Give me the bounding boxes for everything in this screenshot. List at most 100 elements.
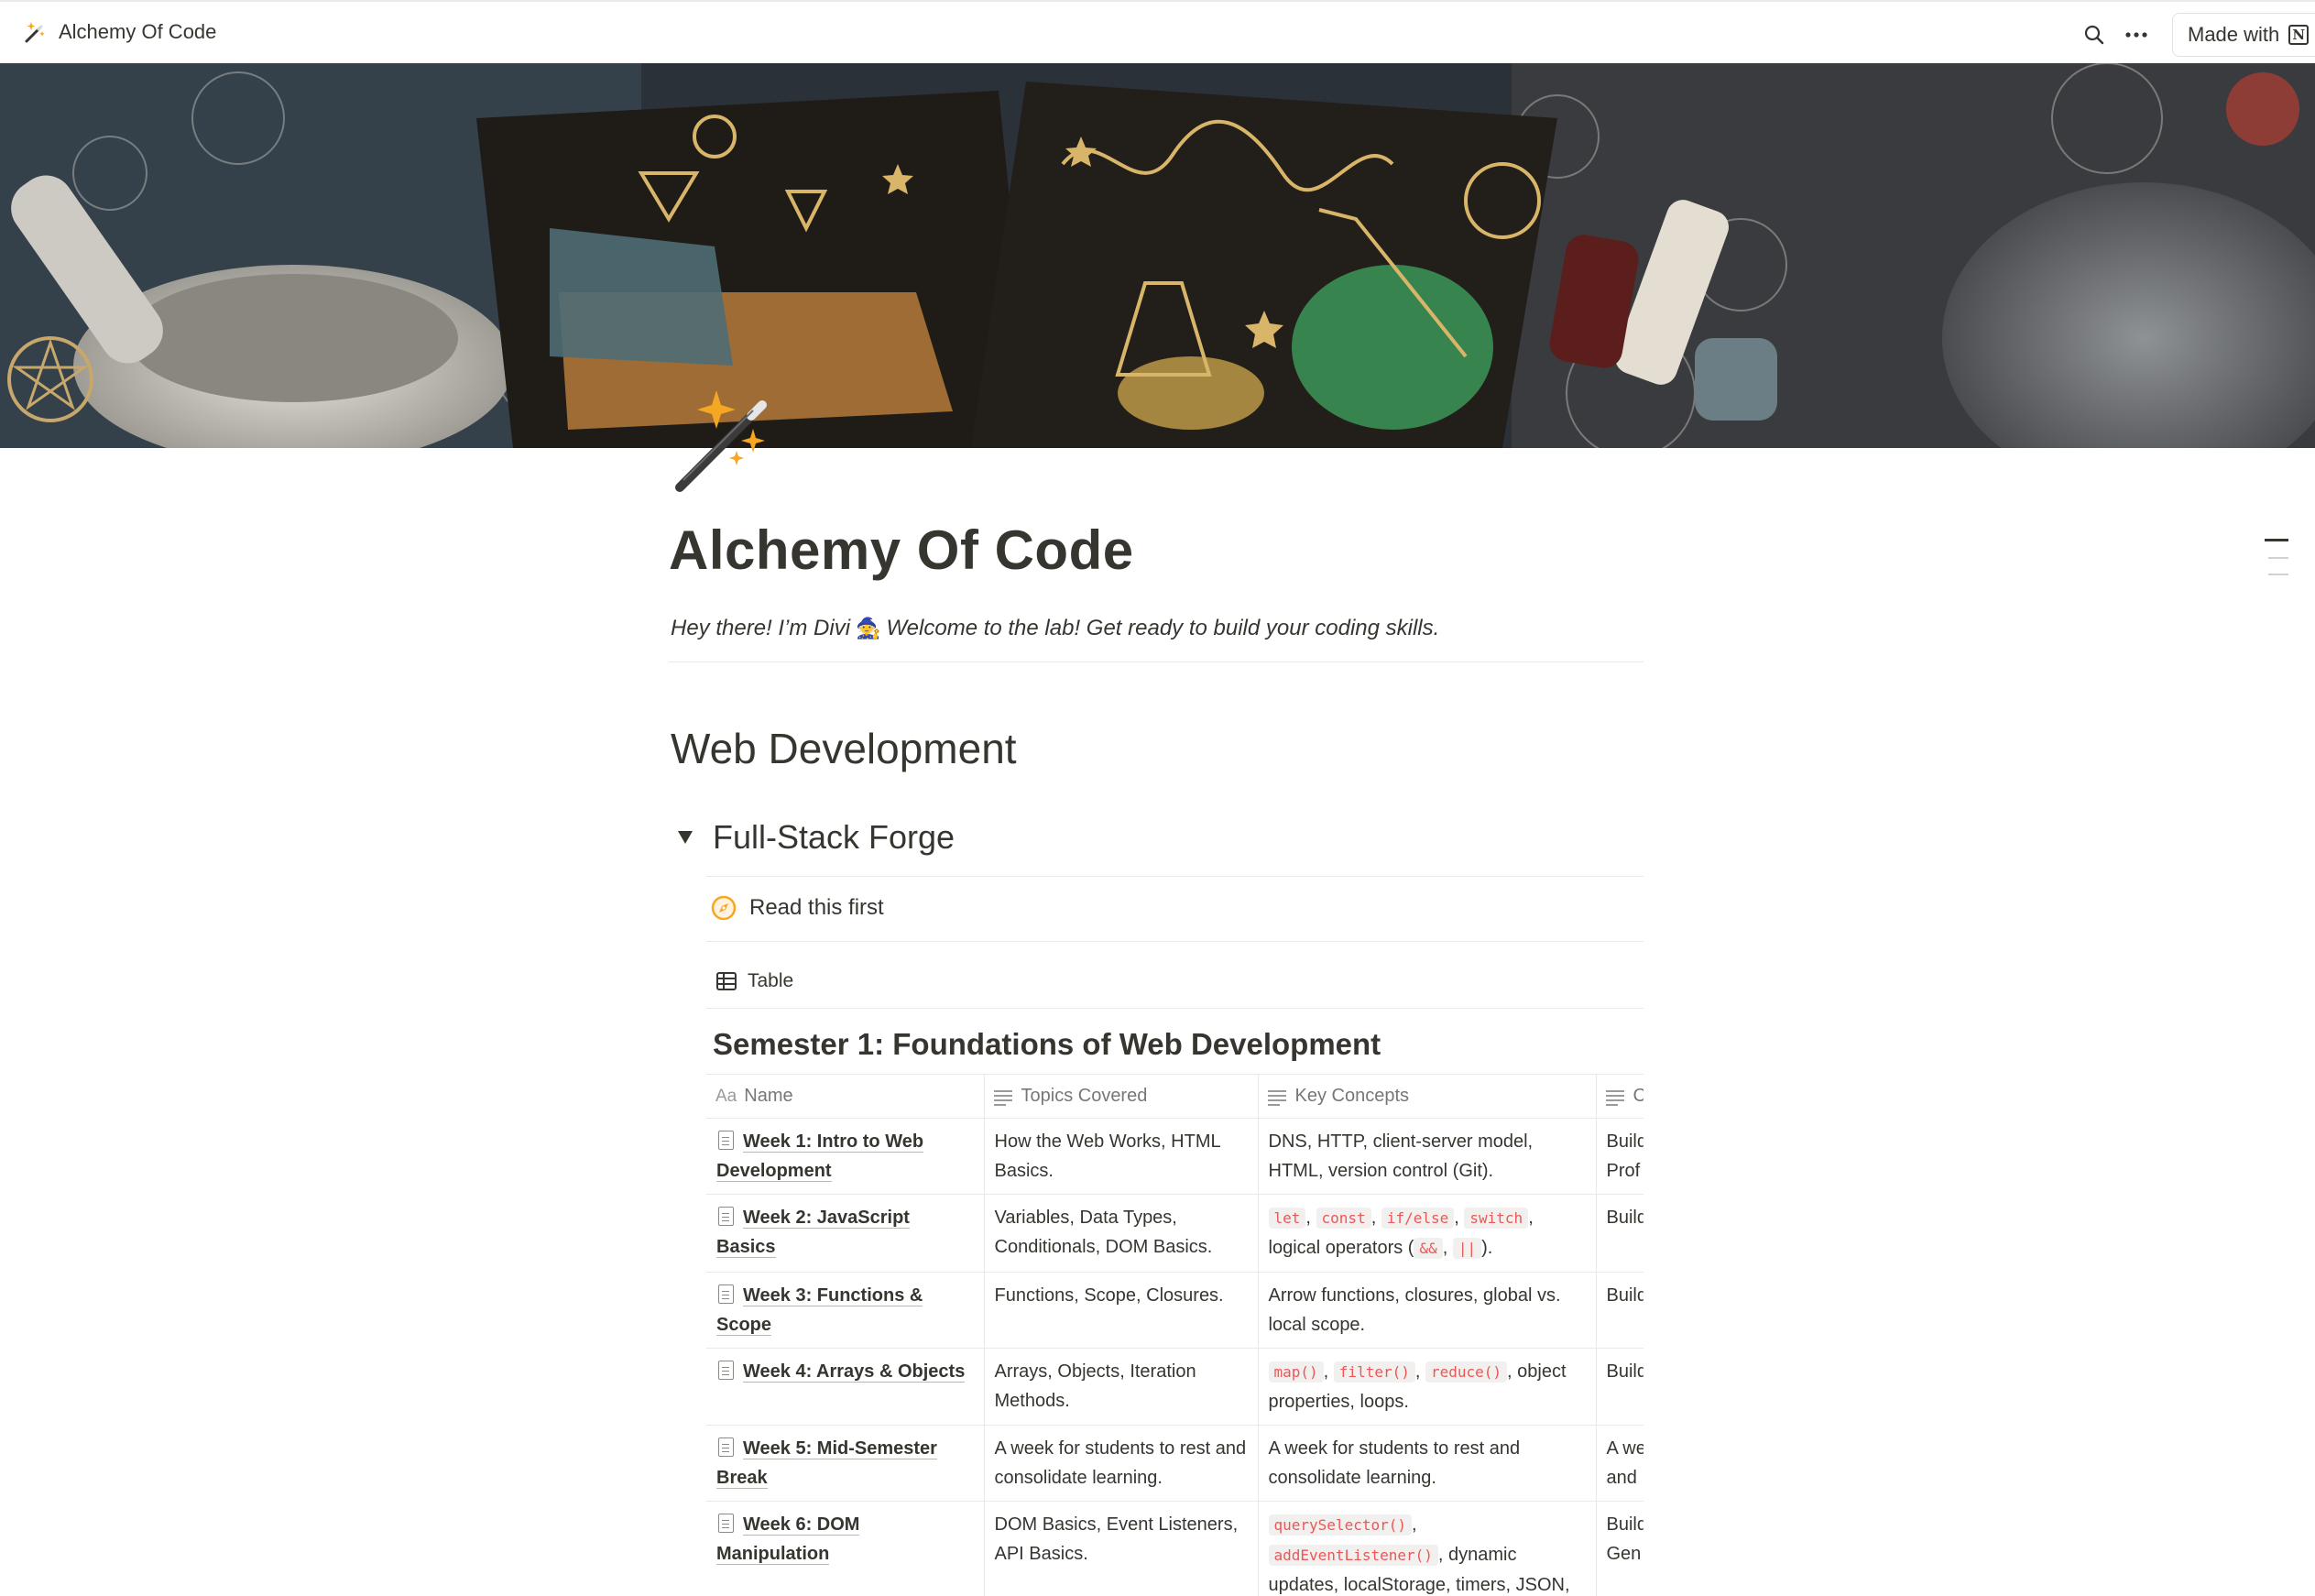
text-lines-icon: [1267, 1088, 1288, 1106]
table-header-row: Aa Name Topics Covered Key Concepts: [706, 1074, 1644, 1119]
cell-name[interactable]: Week 5: Mid-Semester Break: [706, 1425, 985, 1502]
wizard-emoji: 🧙: [856, 617, 881, 639]
code-inline: &&: [1414, 1238, 1443, 1259]
cell-name[interactable]: Week 4: Arrays & Objects: [706, 1348, 985, 1426]
row-name-link[interactable]: Week 1: Intro to Web Development: [716, 1131, 924, 1182]
intro-text-end: Welcome to the lab! Get ready to build y…: [886, 616, 1440, 640]
code-inline: filter(): [1333, 1361, 1415, 1383]
magic-wand-icon: [25, 22, 45, 43]
text-lines-icon: [993, 1088, 1014, 1106]
table-row[interactable]: Week 6: DOM Manipulation DOM Basics, Eve…: [706, 1501, 1643, 1596]
cell-fourth: Build: [1596, 1194, 1643, 1273]
page-title: Alchemy Of Code: [669, 519, 1134, 581]
section-heading: Web Development: [671, 725, 1017, 772]
cell-name[interactable]: Week 2: JavaScript Basics: [706, 1194, 985, 1273]
callout-label: Read this first: [749, 895, 884, 920]
row-name-link[interactable]: Week 3: Functions & Scope: [716, 1285, 923, 1336]
page-icon: [718, 1361, 734, 1380]
made-with-label: Made with: [2188, 23, 2280, 46]
cell-fourth: A we and: [1596, 1425, 1643, 1502]
divider: [706, 876, 1643, 877]
concepts-text: ).: [1481, 1238, 1493, 1258]
more-icon: [2125, 32, 2147, 38]
cell-topics: Arrays, Objects, Iteration Methods.: [984, 1348, 1259, 1426]
page-icon: [718, 1514, 734, 1533]
column-header-fourth[interactable]: C: [1596, 1074, 1644, 1119]
column-header-label: C: [1633, 1086, 1644, 1107]
toc-line: [2268, 557, 2288, 559]
table-of-contents-indicator[interactable]: [2265, 537, 2288, 583]
row-name-link[interactable]: Week 4: Arrays & Objects: [743, 1361, 966, 1383]
page-icon: [718, 1207, 734, 1226]
code-inline: let: [1268, 1208, 1306, 1229]
triangle-down-icon[interactable]: [678, 831, 693, 844]
cell-topics: Variables, Data Types, Conditionals, DOM…: [984, 1194, 1259, 1273]
cell-fourth: Build Prof: [1596, 1118, 1643, 1195]
cell-key-concepts: DNS, HTTP, client-server model, HTML, ve…: [1258, 1118, 1597, 1195]
code-inline: map(): [1268, 1361, 1324, 1383]
table-row[interactable]: Week 2: JavaScript Basics Variables, Dat…: [706, 1194, 1643, 1273]
code-inline: addEventListener(): [1268, 1545, 1438, 1566]
row-name-link[interactable]: Week 2: JavaScript Basics: [716, 1208, 910, 1258]
intro-text-start: Hey there! I’m Divi: [671, 616, 851, 640]
code-inline: const: [1316, 1208, 1371, 1229]
cover-image: [0, 63, 2315, 448]
table-row[interactable]: Week 1: Intro to Web Development How the…: [706, 1118, 1643, 1195]
divider: [706, 1008, 1643, 1009]
column-header-label: Topics Covered: [1021, 1086, 1148, 1106]
cell-fourth: Build: [1596, 1348, 1643, 1426]
cell-key-concepts: A week for students to rest and consolid…: [1258, 1425, 1597, 1502]
table-row[interactable]: Week 5: Mid-Semester Break A week for st…: [706, 1425, 1643, 1502]
view-tab-table[interactable]: Table: [716, 970, 793, 992]
column-header-label: Name: [744, 1086, 793, 1106]
database-title[interactable]: Semester 1: Foundations of Web Developme…: [713, 1027, 1381, 1062]
table-row[interactable]: Week 4: Arrays & Objects Arrays, Objects…: [706, 1348, 1643, 1426]
cell-topics: DOM Basics, Event Listeners, API Basics.: [984, 1501, 1259, 1596]
text-lines-icon: [1605, 1088, 1626, 1106]
cell-name[interactable]: Week 3: Functions & Scope: [706, 1272, 985, 1349]
column-header-key-concepts[interactable]: Key Concepts: [1258, 1074, 1597, 1119]
code-inline: ||: [1452, 1238, 1482, 1259]
divider: [669, 661, 1643, 662]
top-bar: Alchemy Of Code Made with N: [0, 0, 2315, 63]
breadcrumb[interactable]: Alchemy Of Code: [24, 20, 216, 44]
row-name-link[interactable]: Week 5: Mid-Semester Break: [716, 1438, 937, 1489]
table-icon: [716, 972, 737, 990]
cover-illustration: [0, 63, 2315, 448]
cell-fourth: Build: [1596, 1272, 1643, 1349]
compass-icon: [711, 895, 737, 921]
intro-text: Hey there! I’m Divi 🧙 Welcome to the lab…: [671, 616, 1439, 641]
cell-topics: Functions, Scope, Closures.: [984, 1272, 1259, 1349]
code-inline: switch: [1464, 1208, 1529, 1229]
search-button[interactable]: [2073, 14, 2115, 56]
concepts-text: logical operators (: [1268, 1238, 1414, 1258]
page-icon: [718, 1284, 734, 1304]
table-row[interactable]: Week 3: Functions & Scope Functions, Sco…: [706, 1272, 1643, 1349]
toggle-label: Full-Stack Forge: [713, 818, 955, 856]
column-header-topics[interactable]: Topics Covered: [984, 1074, 1259, 1119]
cell-name[interactable]: Week 1: Intro to Web Development: [706, 1118, 985, 1195]
cell-key-concepts: querySelector(), addEventListener(), dyn…: [1258, 1501, 1597, 1596]
cell-topics: A week for students to rest and consolid…: [984, 1425, 1259, 1502]
page-icon: [718, 1437, 734, 1457]
column-header-name[interactable]: Aa Name: [706, 1074, 985, 1119]
page-icon: [718, 1131, 734, 1150]
cell-key-concepts: let, const, if/else, switch, logical ope…: [1258, 1194, 1597, 1273]
code-inline: querySelector(): [1268, 1514, 1412, 1536]
database-table: Aa Name Topics Covered Key Concepts Week…: [706, 1074, 1643, 1596]
title-property-icon: Aa: [715, 1086, 737, 1106]
top-actions: Made with N: [2073, 13, 2315, 57]
search-icon: [2084, 25, 2104, 45]
cell-name[interactable]: Week 6: DOM Manipulation: [706, 1501, 985, 1596]
column-header-label: Key Concepts: [1294, 1086, 1410, 1106]
read-this-first-link[interactable]: Read this first: [711, 895, 884, 921]
cell-key-concepts: map(), filter(), reduce(), object proper…: [1258, 1348, 1597, 1426]
row-name-link[interactable]: Week 6: DOM Manipulation: [716, 1514, 860, 1565]
toggle-full-stack-forge[interactable]: Full-Stack Forge: [671, 818, 955, 857]
view-tab-label: Table: [748, 970, 794, 991]
made-with-notion-button[interactable]: Made with N: [2172, 13, 2315, 57]
more-button[interactable]: [2115, 14, 2157, 56]
cell-topics: How the Web Works, HTML Basics.: [984, 1118, 1259, 1195]
cell-key-concepts: Arrow functions, closures, global vs. lo…: [1258, 1272, 1597, 1349]
code-inline: if/else: [1381, 1208, 1455, 1229]
